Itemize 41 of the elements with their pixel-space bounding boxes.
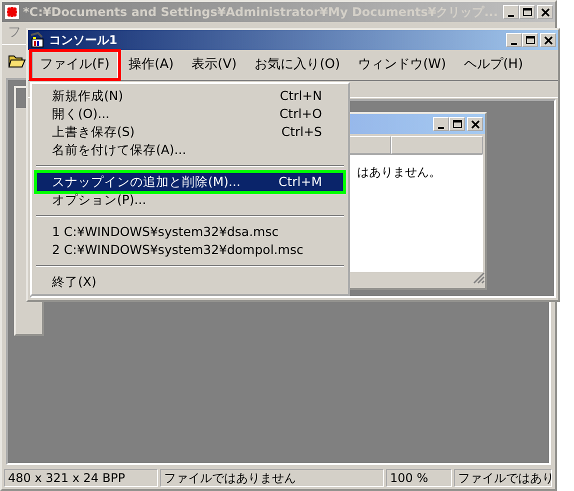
app-icon — [4, 4, 20, 20]
menu-item[interactable]: 操作(A) — [122, 52, 181, 78]
menu-item[interactable]: オプション(P)... — [34, 191, 346, 209]
minimize-icon — [511, 42, 517, 44]
maximize-icon — [524, 34, 536, 46]
minimize-icon — [508, 14, 514, 16]
menu-item[interactable]: 1 C:¥WINDOWS¥system32¥dsa.msc — [34, 223, 346, 241]
maximize-icon — [522, 6, 532, 18]
menu-item[interactable]: 開く(O)... Ctrl+O — [34, 105, 346, 123]
close-button[interactable] — [537, 5, 553, 19]
minimize-icon — [438, 126, 444, 128]
maximize-button[interactable] — [519, 5, 535, 19]
maximize-button[interactable] — [449, 117, 465, 131]
status-pane: 100 % — [386, 469, 452, 487]
close-icon — [540, 6, 550, 18]
close-button[interactable] — [540, 33, 556, 47]
minimize-button[interactable] — [433, 117, 449, 131]
close-icon — [542, 34, 554, 46]
app-icon — [30, 32, 46, 48]
maximize-button[interactable] — [522, 33, 538, 47]
close-button[interactable] — [467, 117, 483, 131]
maximize-icon — [452, 118, 462, 130]
menu-item[interactable]: 終了(X) — [34, 273, 346, 291]
minimize-button[interactable] — [503, 5, 519, 19]
menu-item[interactable]: スナップインの追加と削除(M)... Ctrl+M — [34, 173, 346, 191]
message-text: はありません。 — [357, 165, 441, 179]
status-pane: ファイルではありません — [160, 469, 384, 487]
minimize-button[interactable] — [506, 33, 522, 47]
menu-item[interactable]: お気に入り(O) — [248, 52, 348, 78]
menu-item[interactable]: 2 C:¥WINDOWS¥system32¥dompol.msc — [34, 241, 346, 259]
window-title: コンソール1 — [49, 32, 118, 49]
status-pane: 480 x 321 x 24 BPP — [4, 469, 158, 487]
folder-icon[interactable] — [8, 52, 26, 68]
menu-item[interactable]: 新規作成(N) Ctrl+N — [34, 87, 346, 105]
menu-item[interactable]: ヘルプ(H) — [457, 52, 530, 78]
menu-item[interactable]: ウィンドウ(W) — [351, 52, 454, 78]
menu-item[interactable]: 名前を付けて保存(A)... — [34, 141, 346, 159]
close-icon — [470, 118, 480, 130]
status-pane: ファイルではあり — [454, 469, 552, 487]
menu-item[interactable]: 表示(V) — [184, 52, 244, 78]
menu-item[interactable]: 上書き保存(S) Ctrl+S — [34, 123, 346, 141]
